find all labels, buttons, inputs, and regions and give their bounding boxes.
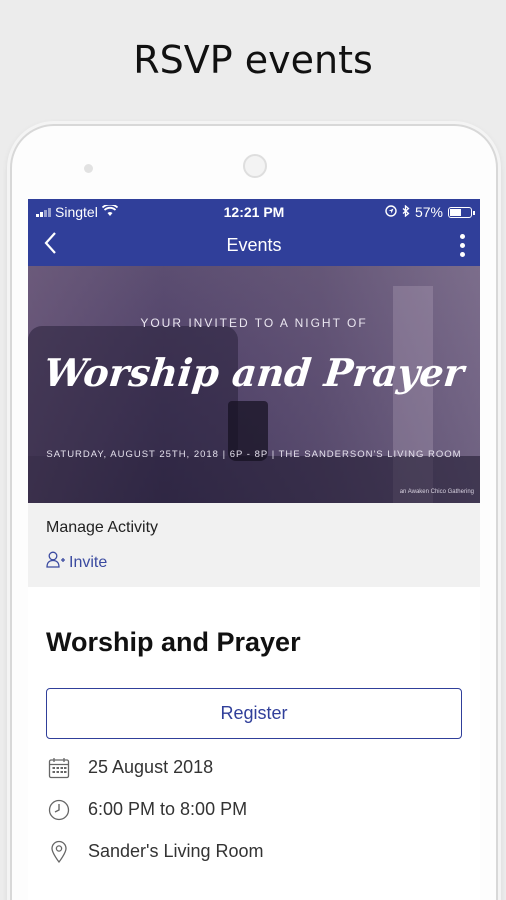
more-options-button[interactable] <box>450 231 474 259</box>
event-banner-image: YOUR INVITED TO A NIGHT OF Worship and P… <box>28 266 480 503</box>
phone-camera <box>84 164 93 173</box>
calendar-icon <box>46 755 72 781</box>
invite-link[interactable]: Invite <box>46 551 462 574</box>
promo-title: RSVP events <box>133 38 373 82</box>
register-button[interactable]: Register <box>46 688 462 739</box>
map-pin-icon <box>46 839 72 865</box>
event-location-row: Sander's Living Room <box>46 838 462 865</box>
event-date-row: 25 August 2018 <box>46 754 462 781</box>
status-bar: Singtel 12:21 PM 57% <box>28 199 480 225</box>
manage-activity-title: Manage Activity <box>46 519 159 536</box>
status-time: 12:21 PM <box>223 204 285 220</box>
event-time-row: 6:00 PM to 8:00 PM <box>46 796 462 823</box>
nav-row: Events <box>28 225 480 266</box>
invite-label: Invite <box>69 553 108 571</box>
clock-icon <box>46 797 72 823</box>
banner-bottom-text: SATURDAY, AUGUST 25TH, 2018 | 6P - 8P | … <box>46 449 462 460</box>
page-title: Events <box>226 235 282 255</box>
banner-top-text: YOUR INVITED TO A NIGHT OF <box>140 316 368 330</box>
event-title: Worship and Prayer <box>46 627 301 657</box>
event-time: 6:00 PM to 8:00 PM <box>88 799 248 819</box>
manage-activity-section: Manage Activity Invite <box>28 503 480 587</box>
event-date: 25 August 2018 <box>88 757 214 777</box>
banner-script-text: Worship and Prayer <box>41 350 467 395</box>
banner-credit: an Awaken Chico Gathering <box>399 489 474 495</box>
phone-speaker <box>243 154 267 178</box>
app-screen: Singtel 12:21 PM 57% Events YOUR INVITED… <box>28 199 480 900</box>
more-vertical-icon <box>459 233 465 239</box>
app-bar: Singtel 12:21 PM 57% Events <box>28 199 480 266</box>
event-details: Worship and Prayer Register 25 August 20… <box>28 627 480 865</box>
person-add-icon <box>46 551 66 574</box>
event-location: Sander's Living Room <box>88 841 264 861</box>
battery-icon <box>448 206 475 218</box>
